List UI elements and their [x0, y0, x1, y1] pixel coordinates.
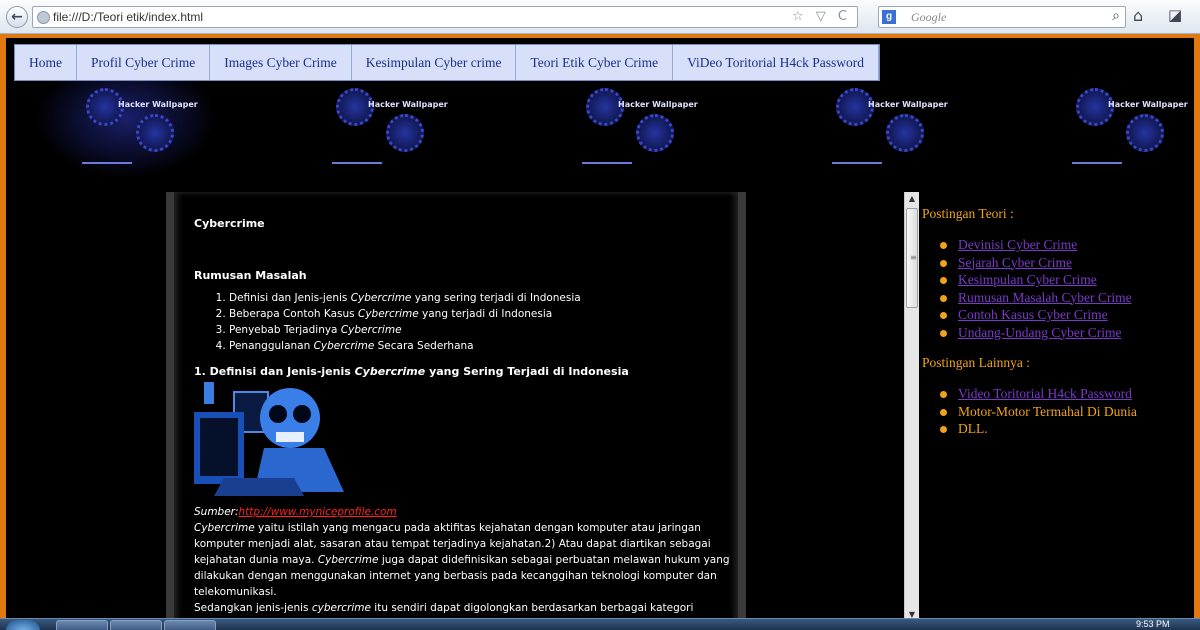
url-text: file:///D:/Teori etik/index.html: [53, 10, 204, 24]
scroll-down-icon[interactable]: ▼: [905, 608, 919, 618]
clock[interactable]: 9:53 PM: [1136, 619, 1170, 629]
gear-icon: [136, 114, 174, 152]
sidebar: Postingan Teori : Devinisi Cyber Crime S…: [922, 206, 1194, 452]
gear-icon: [1126, 114, 1164, 152]
sidebar-title-lainnya: Postingan Lainnya :: [922, 355, 1030, 370]
folder-icon[interactable]: [56, 620, 108, 630]
sidebar-link[interactable]: Rumusan Masalah Cyber Crime: [958, 290, 1132, 305]
sidebar-link[interactable]: Sejarah Cyber Crime: [958, 255, 1072, 270]
nav-item-kesimpulan[interactable]: Kesimpulan Cyber crime: [351, 45, 517, 80]
sidebar-link[interactable]: Kesimpulan Cyber Crime: [958, 272, 1097, 287]
globe-icon: [37, 11, 50, 24]
hacker-skull-image: [194, 382, 344, 500]
address-bar[interactable]: file:///D:/Teori etik/index.html ☆ ▽ C: [32, 6, 858, 28]
banner-logo: Hacker Wallpaper: [368, 100, 448, 109]
sidebar-link[interactable]: Contoh Kasus Cyber Crime: [958, 307, 1108, 322]
banner-divider: [832, 162, 882, 164]
content-scrollbar[interactable]: ▲ ≡ ▼: [904, 192, 919, 618]
search-icon[interactable]: ⌕: [1112, 8, 1120, 24]
content-column: Cybercrime Rumusan Masalah Definisi dan …: [166, 192, 746, 618]
rumusan-list: Definisi dan Jenis-jenis Cybercrime yang…: [229, 290, 734, 354]
sidebar-item: Contoh Kasus Cyber Crime: [940, 306, 1194, 324]
teori-list: Devinisi Cyber Crime Sejarah Cyber Crime…: [940, 236, 1194, 342]
browser-toolbar: ← file:///D:/Teori etik/index.html ☆ ▽ C…: [0, 0, 1200, 34]
sidebar-item: Rumusan Masalah Cyber Crime: [940, 289, 1194, 307]
banner-divider: [1072, 162, 1122, 164]
nav-item-video[interactable]: ViDeo Toritorial H4ck Password: [673, 45, 879, 80]
firefox-icon[interactable]: [110, 620, 162, 630]
article-title: Cybercrime: [194, 217, 265, 230]
banner-logo: Hacker Wallpaper: [868, 100, 948, 109]
nav-item-profil[interactable]: Profil Cyber Crime: [77, 45, 211, 80]
nav-item-teori-etik[interactable]: Teori Etik Cyber Crime: [516, 45, 674, 80]
search-bar[interactable]: g Google ⌕: [878, 6, 1126, 28]
google-icon[interactable]: g: [882, 10, 896, 24]
banner-logo: Hacker Wallpaper: [618, 100, 698, 109]
list-item: Beberapa Contoh Kasus Cybercrime yang te…: [229, 306, 734, 322]
gear-icon: [386, 114, 424, 152]
search-placeholder: Google: [911, 10, 947, 24]
banner-divider: [582, 162, 632, 164]
banner-logo: Hacker Wallpaper: [118, 100, 198, 109]
grip-icon: ≡: [910, 253, 917, 262]
back-button[interactable]: ←: [6, 6, 28, 28]
scroll-thumb[interactable]: ≡: [906, 208, 918, 308]
sidebar-item: Kesimpulan Cyber Crime: [940, 271, 1194, 289]
sidebar-item: Sejarah Cyber Crime: [940, 254, 1194, 272]
banner-logo: Hacker Wallpaper: [1108, 100, 1188, 109]
sidebar-title-teori: Postingan Teori :: [922, 206, 1014, 221]
paragraph-jenis: Sedangkan jenis-jenis cybercrime itu sen…: [194, 602, 694, 614]
gear-icon: [636, 114, 674, 152]
list-item: Penyebab Terjadinya Cybercrime: [229, 322, 734, 338]
gear-icon: [886, 114, 924, 152]
sidebar-item: Video Toritorial H4ck Password: [940, 385, 1194, 403]
word-icon[interactable]: [164, 620, 216, 630]
banner-tile: Hacker Wallpaper: [326, 78, 456, 168]
addon-icon[interactable]: ◪: [1168, 6, 1182, 24]
nav-item-home[interactable]: Home: [15, 45, 77, 80]
start-button[interactable]: [6, 620, 40, 630]
rumusan-heading: Rumusan Masalah: [194, 269, 307, 282]
bookmark-star-icon[interactable]: ☆ ▽ C: [792, 9, 851, 24]
list-item: Definisi dan Jenis-jenis Cybercrime yang…: [229, 290, 734, 306]
home-icon[interactable]: ⌂: [1133, 6, 1143, 25]
list-item: Penanggulanan Cybercrime Secara Sederhan…: [229, 338, 734, 354]
sidebar-link[interactable]: Undang-Undang Cyber Crime: [958, 325, 1121, 340]
sidebar-item: Undang-Undang Cyber Crime: [940, 324, 1194, 342]
sidebar-link[interactable]: Devinisi Cyber Crime: [958, 237, 1077, 252]
source-line: Sumber:http://www.myniceprofile.com: [194, 506, 397, 518]
article: Cybercrime Rumusan Masalah Definisi dan …: [194, 216, 734, 618]
section-heading: 1. Definisi dan Jenis-jenis Cybercrime y…: [194, 365, 629, 378]
main-nav: Home Profil Cyber Crime Images Cyber Cri…: [14, 44, 880, 81]
page-frame: Hacker Wallpaper Hacker Wallpaper Hacker…: [0, 34, 1200, 618]
sidebar-item: Devinisi Cyber Crime: [940, 236, 1194, 254]
os-taskbar: 9:53 PM: [0, 618, 1200, 630]
banner-divider: [332, 162, 382, 164]
banner-tile: Hacker Wallpaper: [1066, 78, 1194, 168]
banner-tile: Hacker Wallpaper: [826, 78, 956, 168]
back-arrow-icon: ←: [11, 9, 23, 25]
source-link[interactable]: http://www.myniceprofile.com: [239, 506, 397, 518]
sidebar-link[interactable]: Video Toritorial H4ck Password: [958, 386, 1132, 401]
sidebar-item: Motor-Motor Termahal Di Dunia: [940, 403, 1194, 421]
lainnya-list: Video Toritorial H4ck Password Motor-Mot…: [940, 385, 1194, 438]
banner-tile: Hacker Wallpaper: [76, 78, 206, 168]
sidebar-item: DLL.: [940, 420, 1194, 438]
banner-tile: Hacker Wallpaper: [576, 78, 706, 168]
banner-divider: [82, 162, 132, 164]
nav-item-images[interactable]: Images Cyber Crime: [210, 45, 352, 80]
scroll-up-icon[interactable]: ▲: [905, 192, 919, 206]
paragraph-definition: Cybercrime yaitu istilah yang mengacu pa…: [194, 522, 730, 598]
